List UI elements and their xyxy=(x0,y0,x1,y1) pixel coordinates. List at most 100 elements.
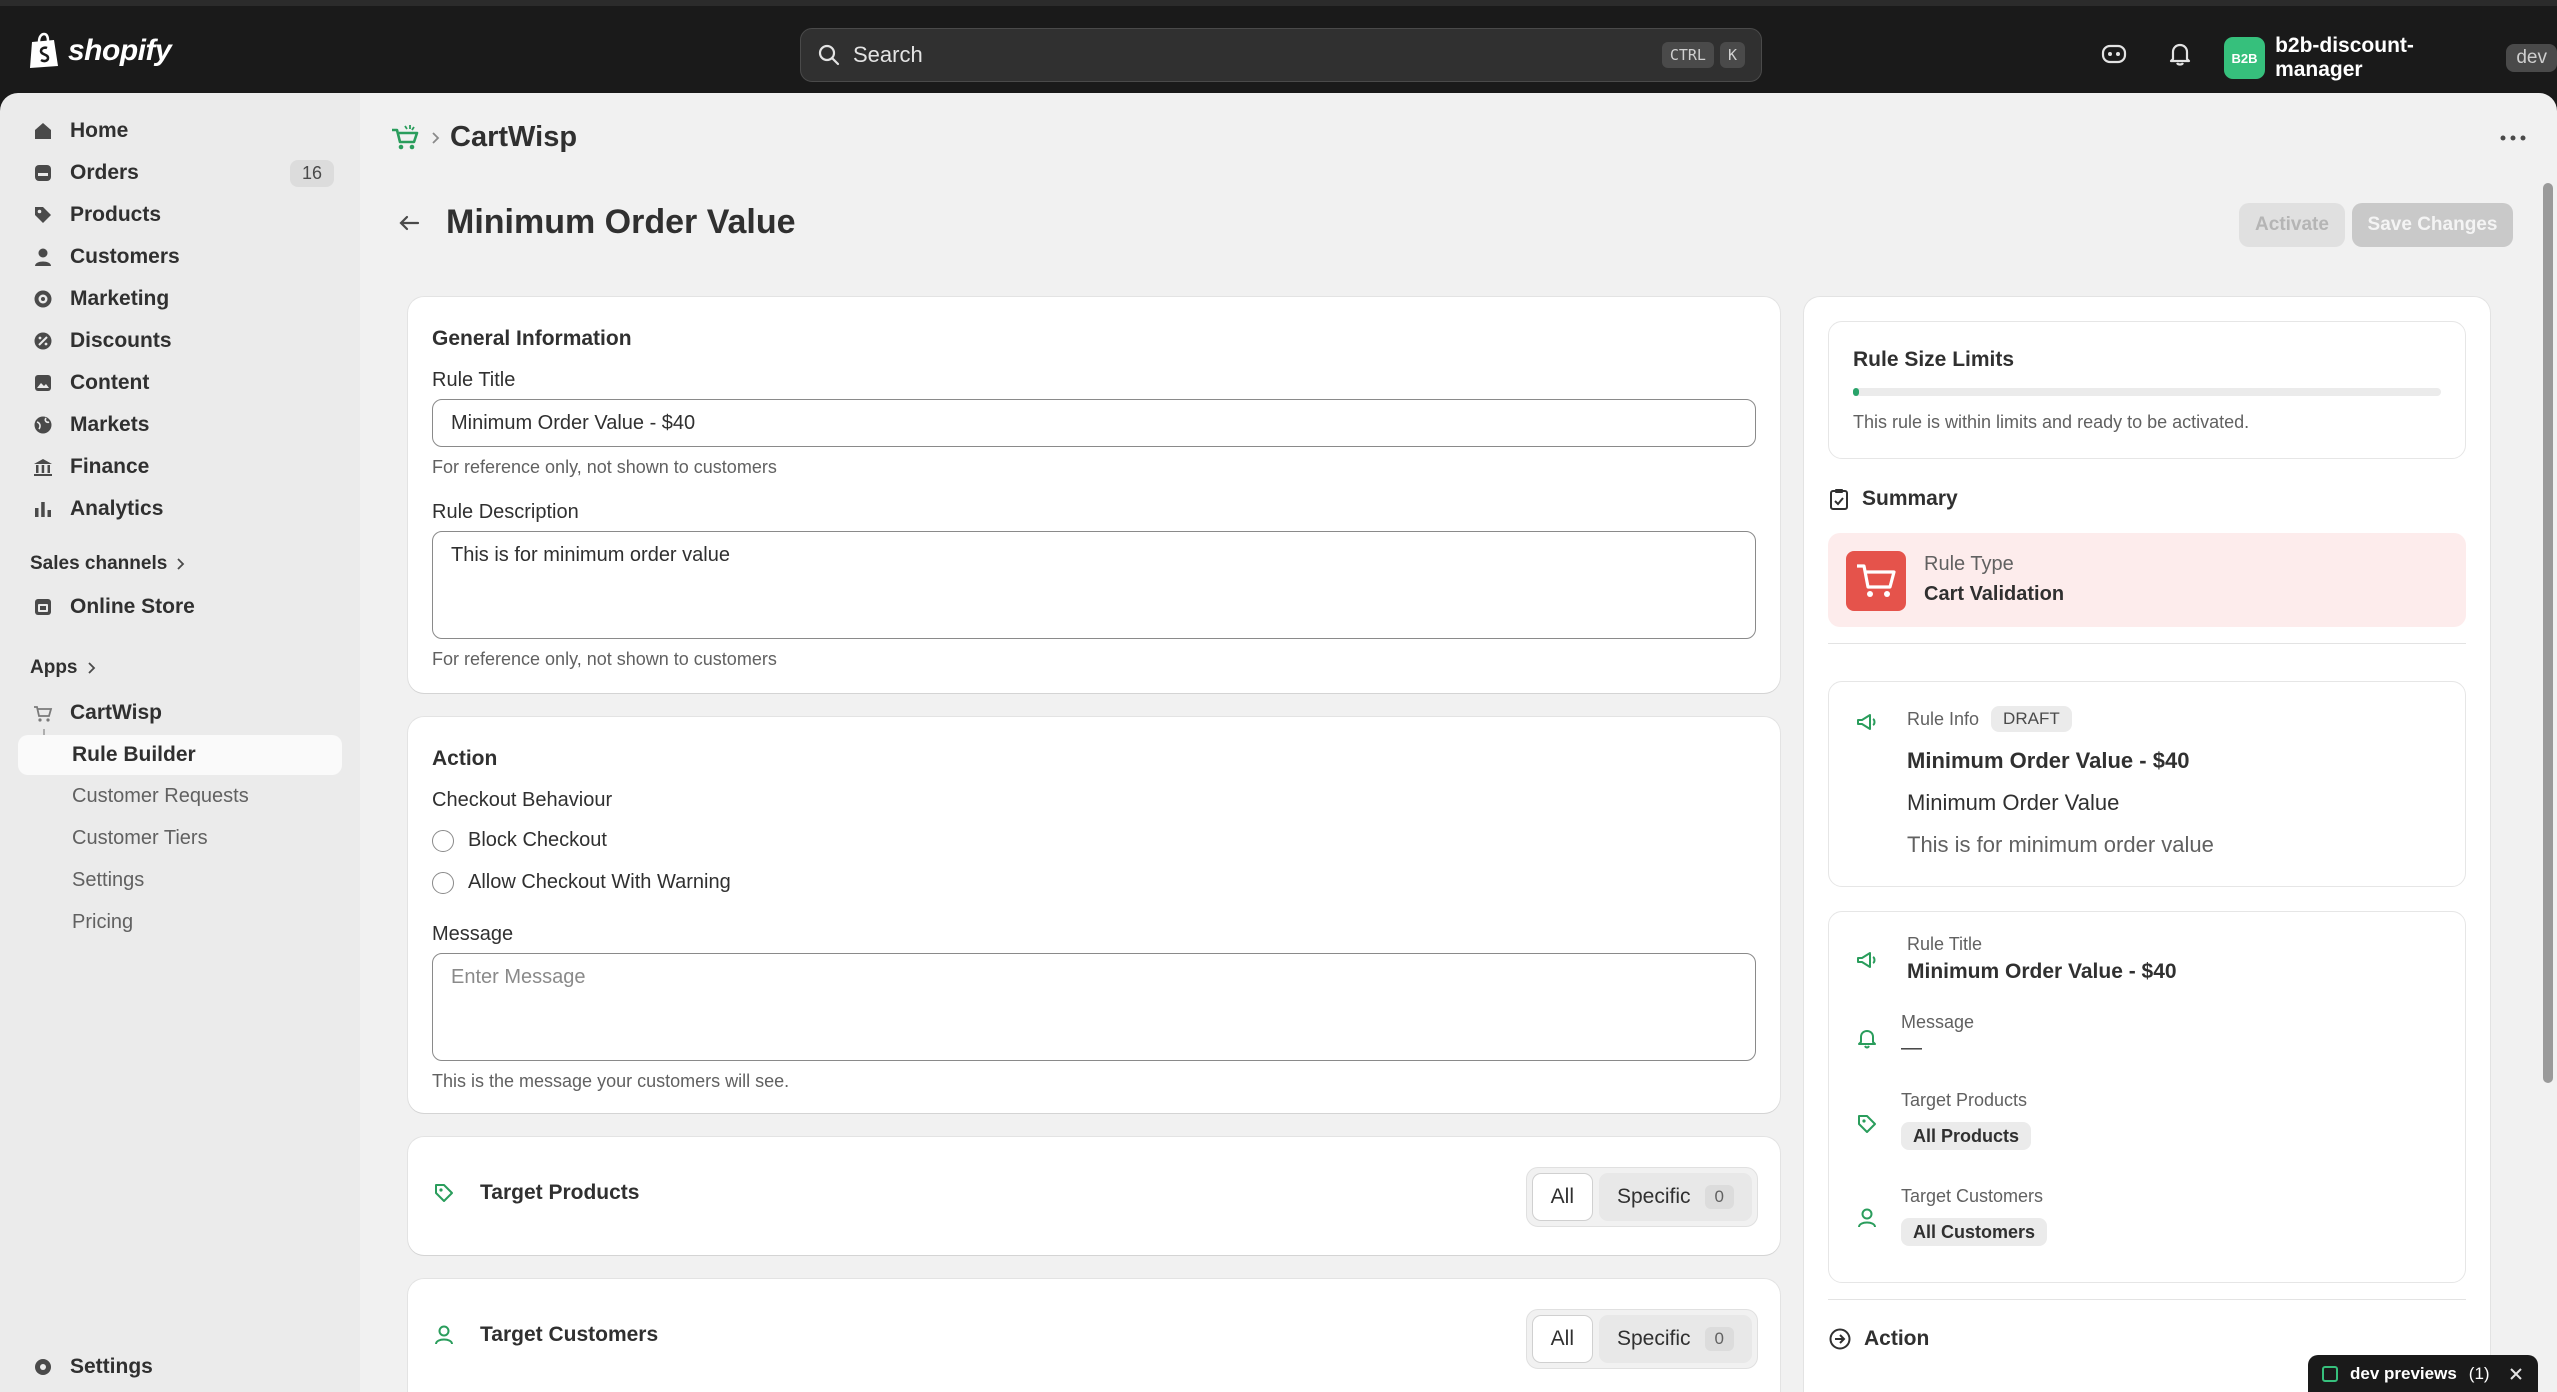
tag-icon xyxy=(1858,1115,1876,1133)
shortcut-ctrl: CTRL xyxy=(1661,42,1714,68)
person-icon xyxy=(1858,1208,1876,1228)
target-icon xyxy=(34,290,52,308)
main-content: CartWisp Minimum Order Value Activate Sa… xyxy=(360,93,2557,1392)
close-icon[interactable] xyxy=(2508,1366,2524,1382)
dev-previews-count: (1) xyxy=(2468,1363,2490,1383)
person-icon xyxy=(435,1325,453,1345)
sidebar-item-customers[interactable]: Customers xyxy=(18,237,342,277)
target-customers-all-button[interactable]: All xyxy=(1531,1315,1593,1363)
rule-description-textarea[interactable]: This is for minimum order value xyxy=(432,531,1756,639)
cartwisp-app-icon xyxy=(34,706,53,722)
target-customers-toggle: All Specific 0 xyxy=(1525,1309,1758,1369)
discount-icon xyxy=(34,332,52,350)
action-summary-title: Action xyxy=(1864,1327,1930,1350)
rule-info-description: This is for minimum order value xyxy=(1907,832,2214,857)
globe-icon xyxy=(34,416,52,434)
bell-icon xyxy=(1858,1030,1876,1049)
orders-count-badge: 16 xyxy=(289,159,334,187)
home-icon xyxy=(35,123,51,139)
sidebar-item-cartwisp[interactable]: CartWisp xyxy=(18,693,342,733)
target-customers-header: Target Customers xyxy=(432,1323,658,1347)
rule-size-progress-fill xyxy=(1853,388,1859,396)
divider xyxy=(1828,643,2466,644)
sidebar-item-home[interactable]: Home xyxy=(18,111,342,151)
rule-info-label: Rule Info xyxy=(1907,708,1980,729)
target-customers-title: Target Customers xyxy=(480,1323,659,1346)
sidebar-item-rule-builder[interactable]: Rule Builder xyxy=(18,735,342,775)
cartwisp-logo-icon xyxy=(392,124,419,149)
sidebar-item-settings[interactable]: Settings xyxy=(18,1347,342,1387)
message-textarea[interactable]: Enter Message xyxy=(432,953,1756,1061)
sidebar-item-pricing[interactable]: Pricing xyxy=(72,911,133,934)
rule-title-label: Rule Title xyxy=(432,369,516,391)
sidebar-item-products[interactable]: Products xyxy=(18,195,342,235)
sidebar-item-marketing[interactable]: Marketing xyxy=(18,279,342,319)
rule-info-name: Minimum Order Value xyxy=(1907,790,2120,815)
apps-label: Apps xyxy=(30,657,78,678)
sidebar-item-analytics[interactable]: Analytics xyxy=(18,489,342,529)
target-customers-specific-button[interactable]: Specific 0 xyxy=(1599,1315,1752,1363)
sidebar-item-label: Home xyxy=(70,119,129,142)
more-options-icon[interactable] xyxy=(2499,133,2527,143)
dev-previews-label: dev previews xyxy=(2350,1363,2457,1383)
detail-message-value: — xyxy=(1901,1036,1922,1059)
store-avatar: B2B xyxy=(2224,37,2266,79)
sidebar: Home Orders 16 Products Customers Market… xyxy=(0,93,360,1392)
sidebar-item-label: Rule Builder xyxy=(72,743,196,766)
summary-title: Summary xyxy=(1862,487,1958,510)
sidebar-item-customer-tiers[interactable]: Customer Tiers xyxy=(72,827,208,850)
sidebar-item-app-settings[interactable]: Settings xyxy=(72,869,144,892)
sidebar-item-label: Orders xyxy=(70,161,139,184)
rule-title-input[interactable]: Minimum Order Value - $40 xyxy=(432,399,1756,447)
detail-target-products-value-wrap: All Products xyxy=(1901,1122,2032,1150)
target-products-all-button[interactable]: All xyxy=(1531,1173,1593,1221)
cart-icon xyxy=(1846,551,1906,611)
radio-block-checkout[interactable]: Block Checkout xyxy=(432,829,607,852)
sales-channels-header[interactable]: Sales channels xyxy=(30,553,185,575)
sidebar-item-discounts[interactable]: Discounts xyxy=(18,321,342,361)
rule-size-limits-title: Rule Size Limits xyxy=(1853,348,2015,371)
sidebar-item-orders[interactable]: Orders 16 xyxy=(18,153,342,193)
rule-description-help: For reference only, not shown to custome… xyxy=(432,649,777,669)
sidebar-item-online-store[interactable]: Online Store xyxy=(18,587,342,627)
top-bar: shopify Search CTRL K B2B b2b-discount-m… xyxy=(0,0,2557,93)
rule-info-title: Minimum Order Value - $40 xyxy=(1907,748,2190,773)
radio-allow-checkout-warning[interactable]: Allow Checkout With Warning xyxy=(432,871,731,894)
checkout-behaviour-label: Checkout Behaviour xyxy=(432,789,613,811)
target-customers-card: Target Customers All Specific 0 xyxy=(408,1279,1780,1392)
notification-bell-icon[interactable] xyxy=(2166,40,2194,68)
sidebar-item-finance[interactable]: Finance xyxy=(18,447,342,487)
summary-header: Summary xyxy=(1828,487,1958,511)
sidebar-item-label: Markets xyxy=(70,413,150,436)
tag-icon xyxy=(35,207,51,223)
sidebar-item-label: CartWisp xyxy=(70,701,162,724)
brand-name: shopify xyxy=(68,34,172,67)
store-menu-button[interactable]: B2B b2b-discount-manager dev xyxy=(2224,34,2557,82)
specific-label: Specific xyxy=(1617,1327,1691,1350)
rule-size-limits-text: This rule is within limits and ready to … xyxy=(1853,412,2250,432)
radio-circle[interactable] xyxy=(432,829,454,852)
app-title[interactable]: CartWisp xyxy=(450,121,577,154)
sidekick-icon[interactable] xyxy=(2100,40,2128,68)
message-label: Message xyxy=(432,923,514,945)
target-products-specific-button[interactable]: Specific 0 xyxy=(1599,1173,1752,1221)
sidebar-item-label: Marketing xyxy=(70,287,170,310)
save-changes-button[interactable]: Save Changes xyxy=(2352,203,2513,247)
dev-previews-bar[interactable]: dev previews (1) xyxy=(2308,1355,2538,1392)
sidebar-item-markets[interactable]: Markets xyxy=(18,405,342,445)
detail-message-label: Message xyxy=(1901,1012,1975,1032)
page-scrollbar[interactable] xyxy=(2543,183,2553,1083)
sidebar-item-content[interactable]: Content xyxy=(18,363,342,403)
draft-status-badge: DRAFT xyxy=(1991,706,2072,732)
sidebar-item-label: Content xyxy=(70,371,150,394)
target-products-header: Target Products xyxy=(432,1181,639,1205)
radio-circle[interactable] xyxy=(432,871,454,894)
activate-button[interactable]: Activate xyxy=(2239,203,2345,247)
search-bar[interactable]: Search CTRL K xyxy=(800,28,1762,82)
specific-count: 0 xyxy=(1704,1327,1734,1351)
target-products-title: Target Products xyxy=(480,1181,640,1204)
shopify-logo[interactable]: shopify xyxy=(28,32,172,70)
apps-header[interactable]: Apps xyxy=(30,657,96,679)
sidebar-item-customer-requests[interactable]: Customer Requests xyxy=(72,785,249,808)
back-arrow-icon[interactable] xyxy=(396,210,422,236)
